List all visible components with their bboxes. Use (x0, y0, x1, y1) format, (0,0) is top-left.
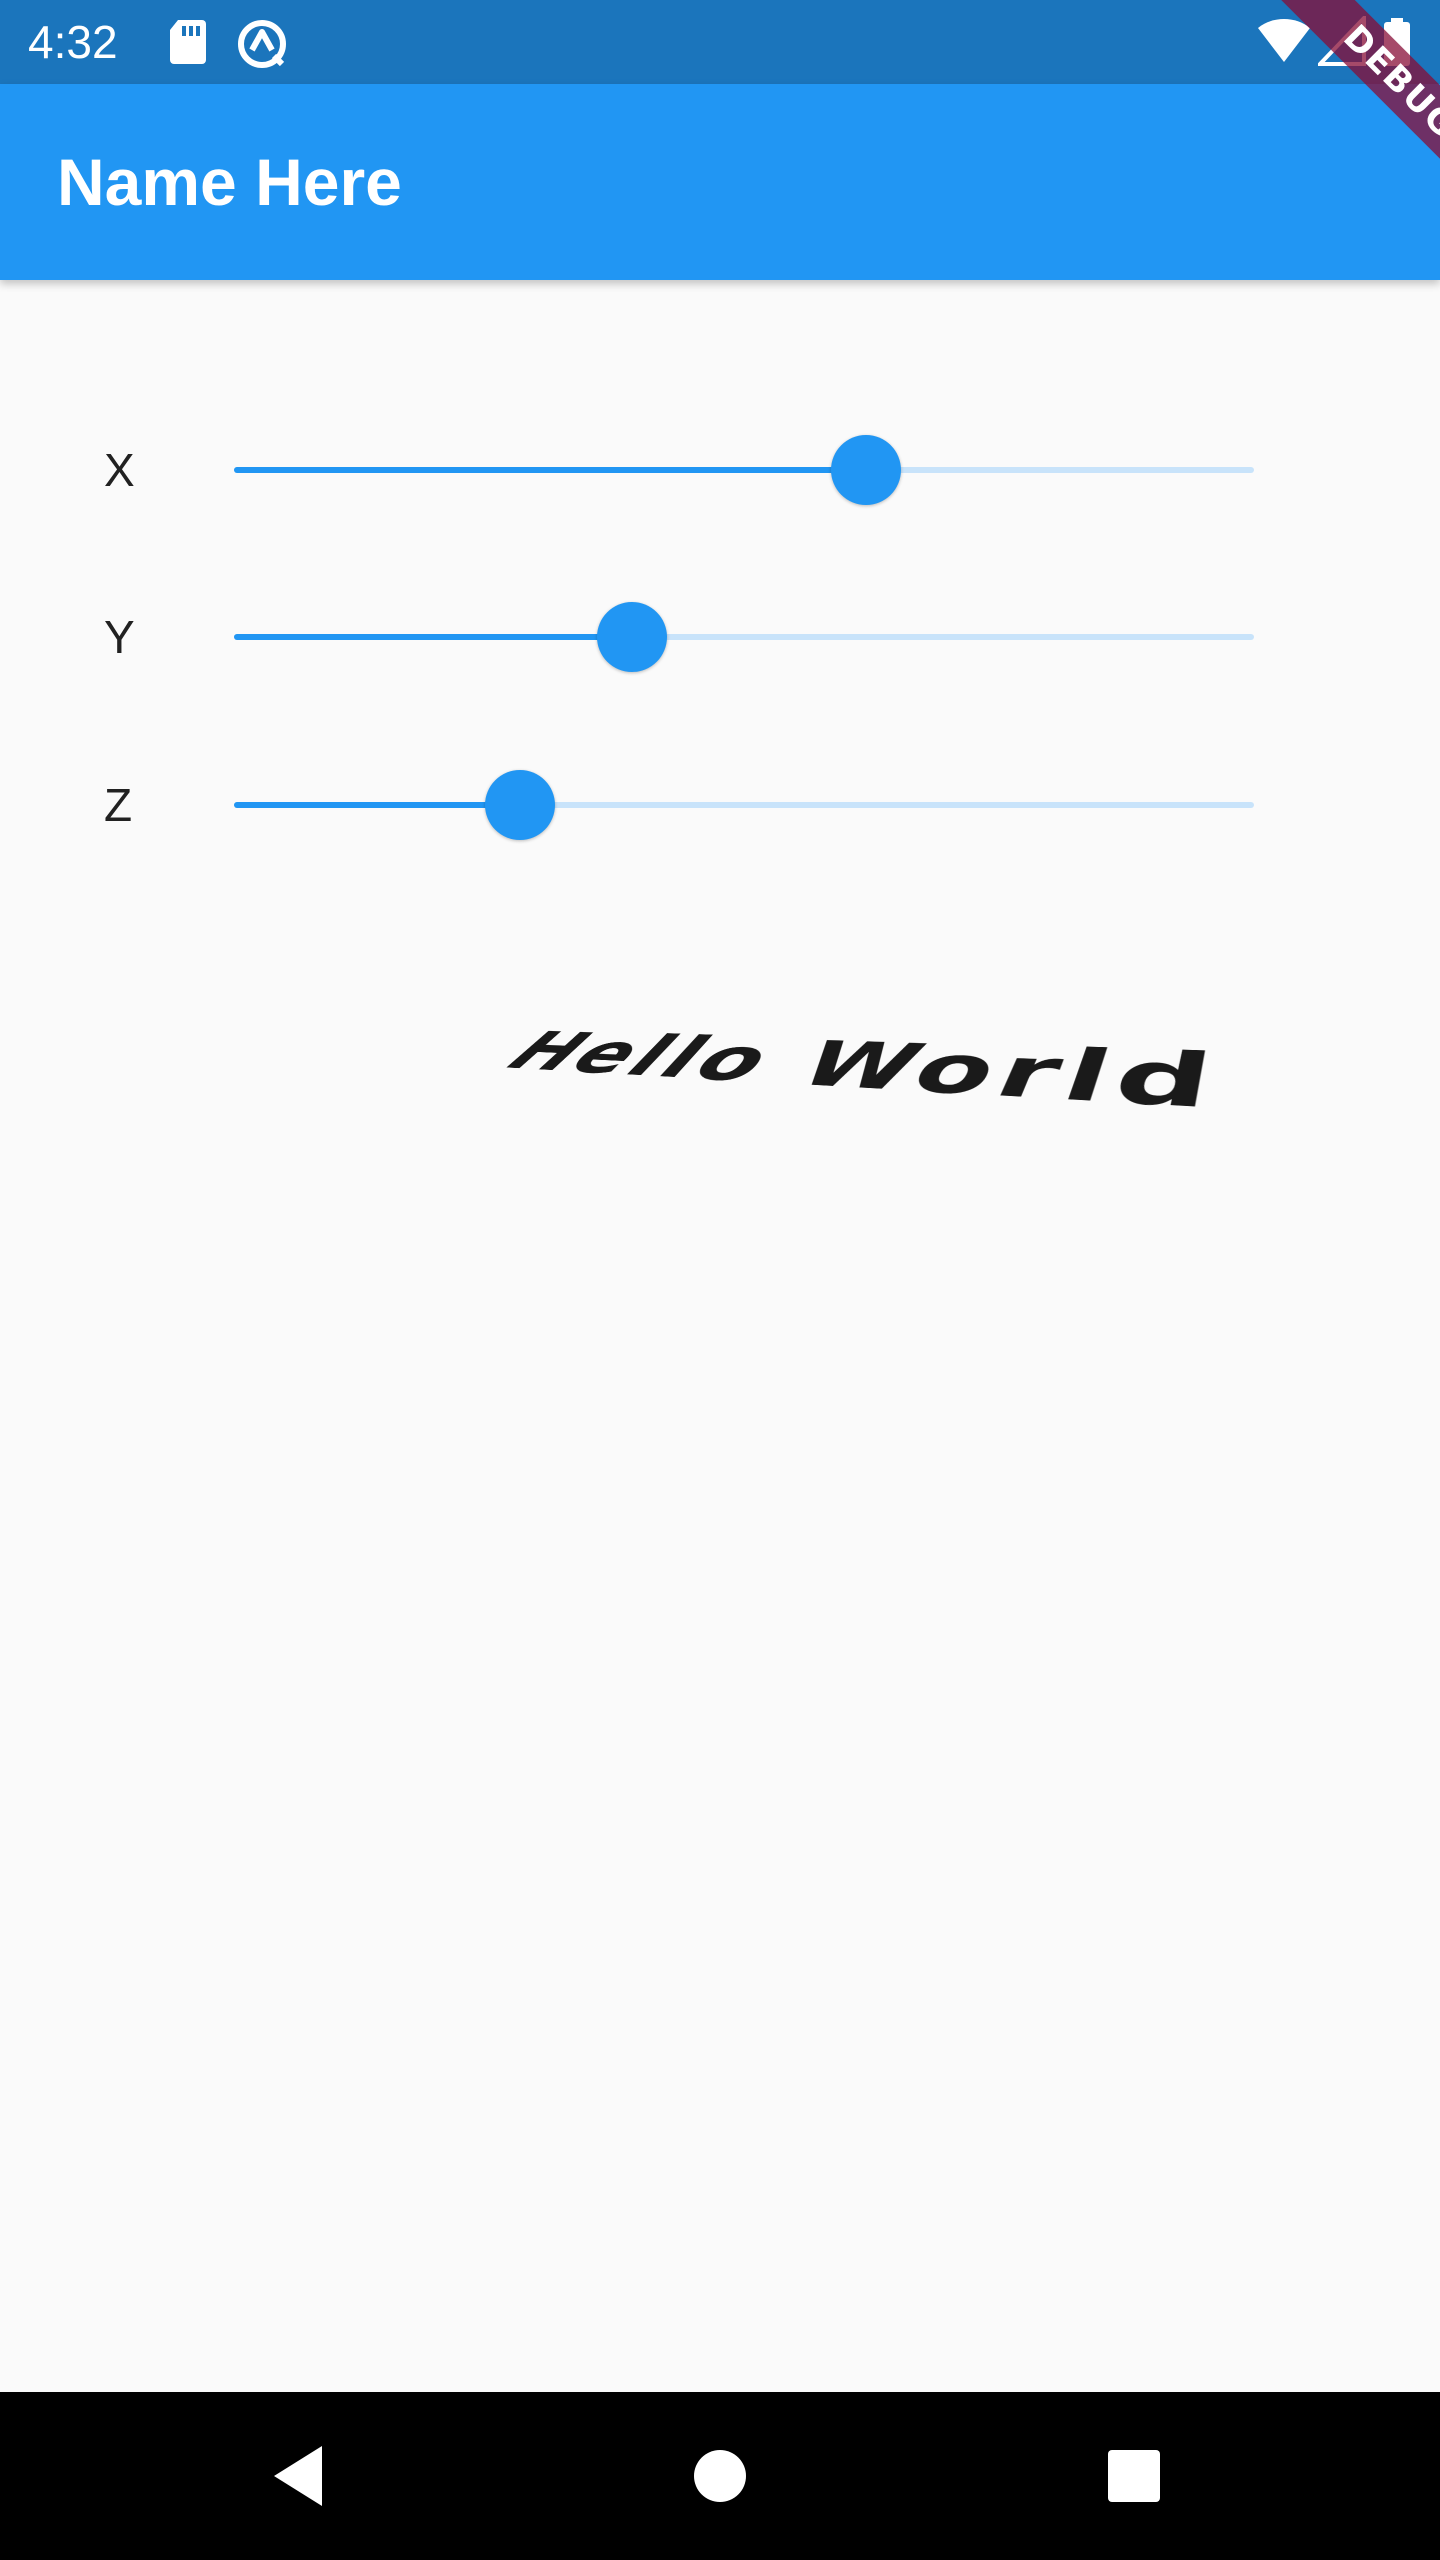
wifi-icon (1256, 16, 1312, 69)
slider-z-active-track (234, 802, 520, 808)
recents-icon[interactable] (1094, 2436, 1174, 2516)
slider-label-x: X (104, 444, 135, 496)
transformed-text-container: Hello World (485, 1000, 1226, 1200)
hello-world-text: Hello World (485, 1021, 1227, 1128)
app-screen: 4:32 Name Here DEBUG X Y Z Hello World (0, 0, 1440, 2560)
slider-z-thumb[interactable] (484, 770, 555, 840)
slider-row-y: Y (0, 577, 1440, 697)
page-title: Name Here (57, 145, 402, 219)
slider-label-z: Z (104, 779, 133, 831)
slider-row-z: Z (0, 745, 1440, 865)
slider-row-x: X (0, 410, 1440, 530)
system-nav-bar (0, 2392, 1440, 2560)
slider-x-thumb[interactable] (831, 435, 902, 505)
status-time: 4:32 (28, 16, 118, 68)
slider-z[interactable] (234, 770, 1254, 840)
slider-x[interactable] (234, 435, 1254, 505)
app-bar: Name Here (0, 84, 1440, 280)
status-bar: 4:32 (0, 0, 1440, 84)
data-saver-icon (236, 18, 288, 75)
slider-label-y: Y (104, 611, 135, 663)
back-icon[interactable] (260, 2436, 340, 2516)
battery-icon (1382, 18, 1412, 71)
home-icon[interactable] (680, 2436, 760, 2516)
sd-card-icon (168, 18, 208, 71)
cell-signal-icon (1315, 13, 1366, 71)
slider-y[interactable] (234, 602, 1254, 672)
slider-x-active-track (234, 467, 867, 473)
slider-y-thumb[interactable] (596, 602, 667, 672)
slider-y-active-track (234, 634, 632, 640)
